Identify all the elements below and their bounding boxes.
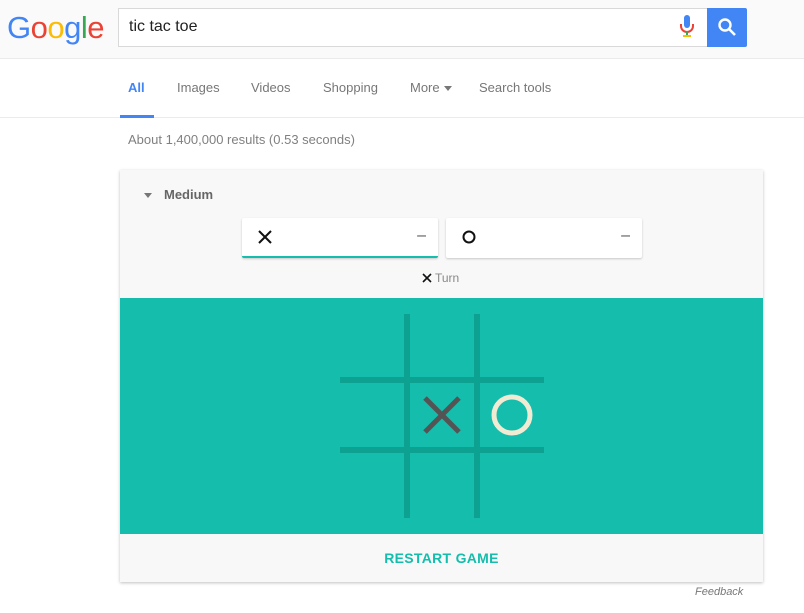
tab-more-label: More	[410, 80, 440, 95]
board-cell-hitbox[interactable]	[480, 453, 544, 517]
feedback-link[interactable]: Feedback	[695, 586, 743, 598]
board-cell-hitbox[interactable]	[410, 453, 474, 517]
board-cell-hitbox[interactable]	[410, 313, 474, 377]
o-icon	[462, 230, 476, 244]
grid-line-h1	[340, 377, 544, 383]
search-box	[118, 8, 708, 47]
board-cell-hitbox[interactable]	[340, 453, 404, 517]
tic-tac-toe-game: Medium – – Turn RESTART GAME	[120, 170, 763, 582]
search-button[interactable]	[707, 8, 747, 47]
logo-letter: g	[64, 10, 81, 45]
restart-game-button[interactable]: RESTART GAME	[120, 534, 763, 582]
board-cell-hitbox[interactable]	[480, 313, 544, 377]
board-cell-7[interactable]	[340, 453, 404, 517]
search-nav: All Images Videos Shopping More Search t…	[0, 58, 804, 118]
board-cell-hitbox[interactable]	[340, 313, 404, 377]
difficulty-label: Medium	[164, 187, 214, 202]
grid-line-v2	[474, 314, 480, 518]
result-stats: About 1,400,000 results (0.53 seconds)	[128, 132, 355, 147]
board-cell-hitbox[interactable]	[480, 383, 544, 447]
microphone-icon[interactable]	[679, 15, 695, 39]
caret-down-icon	[144, 193, 152, 199]
score-o-value: –	[621, 227, 630, 244]
search-tools-button[interactable]: Search tools	[479, 80, 551, 95]
board-cell-hitbox[interactable]	[340, 383, 404, 447]
turn-label: Turn	[435, 271, 460, 285]
board-cell-2[interactable]	[410, 313, 474, 377]
logo-letter: o	[30, 10, 48, 45]
logo-letter: o	[47, 10, 65, 45]
difficulty-dropdown[interactable]: Medium	[144, 187, 213, 202]
chevron-down-icon	[443, 86, 452, 92]
board-cell-9[interactable]	[480, 453, 544, 517]
board-cell-6[interactable]	[480, 383, 544, 447]
score-o: –	[446, 218, 642, 258]
logo-letter: e	[87, 10, 105, 45]
board-cell-5[interactable]	[410, 383, 474, 447]
logo-letter: G	[7, 10, 31, 45]
search-input[interactable]	[129, 18, 649, 36]
header: Google	[0, 0, 804, 58]
turn-indicator: Turn	[422, 271, 459, 285]
board-cell-4[interactable]	[340, 383, 404, 447]
board-cell-1[interactable]	[340, 313, 404, 377]
active-tab-indicator	[120, 115, 154, 118]
x-icon	[258, 230, 272, 244]
score-x: –	[242, 218, 438, 258]
tab-all[interactable]: All	[128, 80, 145, 95]
tab-images[interactable]: Images	[177, 80, 220, 95]
tab-shopping[interactable]: Shopping	[323, 80, 378, 95]
game-board	[120, 298, 763, 534]
board-cell-3[interactable]	[480, 313, 544, 377]
x-icon	[422, 273, 432, 283]
tab-more[interactable]: More	[410, 80, 452, 95]
score-x-value: –	[417, 227, 426, 244]
board-grid	[340, 313, 544, 518]
tab-videos[interactable]: Videos	[251, 80, 291, 95]
board-cell-8[interactable]	[410, 453, 474, 517]
grid-line-v1	[404, 314, 410, 518]
google-logo[interactable]: Google	[7, 10, 105, 45]
grid-line-h2	[340, 447, 544, 453]
search-icon	[718, 18, 736, 36]
